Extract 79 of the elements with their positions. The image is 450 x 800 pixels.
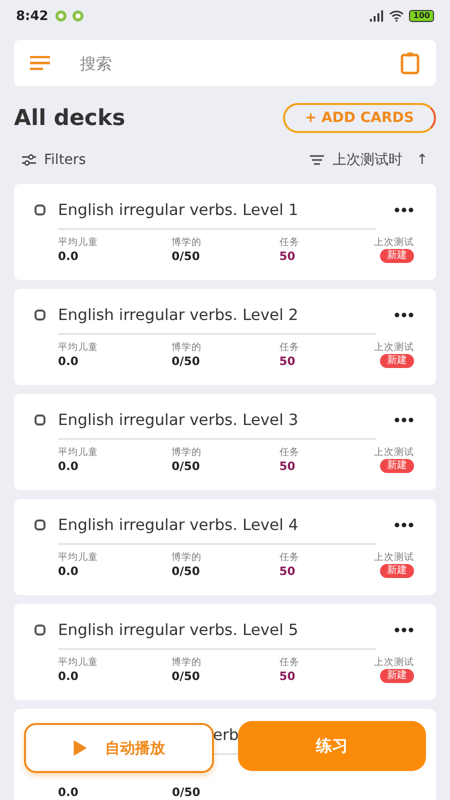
stat-value: 0/50 [172, 249, 201, 263]
deck-title: English irregular verbs. Level 3 [58, 411, 298, 429]
status-badge: 新建 [380, 669, 414, 683]
deck-title: erb [213, 726, 239, 744]
stat-value: 0.0 [58, 785, 80, 799]
stat-value: 0/50 [172, 459, 201, 473]
more-icon[interactable] [394, 207, 414, 213]
stat-label: 平均儿童 [58, 446, 99, 459]
stat-label: 上次测试 [374, 551, 414, 564]
stat-value: 0.0 [58, 459, 80, 473]
deck-title: English irregular verbs. Level 1 [58, 201, 298, 219]
checkbox-icon[interactable] [34, 414, 46, 426]
stat-label: 任务 [279, 551, 300, 564]
stat-value: 0.0 [58, 249, 80, 263]
stat-value: 0/50 [172, 785, 202, 799]
more-icon[interactable] [394, 627, 414, 633]
stat-label: 任务 [279, 656, 300, 669]
sort-direction[interactable]: ↑ [416, 152, 428, 168]
stat-label: 平均儿童 [58, 551, 99, 564]
checkbox-icon[interactable] [34, 624, 46, 636]
stat-value: 0.0 [58, 354, 80, 368]
stat-label: 上次测试 [374, 656, 414, 669]
sort-option[interactable]: 上次测试时 [332, 151, 402, 169]
more-icon[interactable] [394, 312, 414, 318]
stat-label: 博学的 [172, 551, 203, 564]
stat-value: 0.0 [58, 669, 80, 683]
status-time: 8:42 [16, 8, 48, 24]
stat-label: 上次测试 [374, 446, 414, 459]
deck-card[interactable]: English irregular verbs. Level 2 平均儿童 0.0 博学的 0/50 任务 50 上次测试 新建 [14, 289, 436, 385]
stat-value: 50 [279, 459, 296, 473]
stat-value: 0/50 [172, 354, 201, 368]
status-badge: 新建 [380, 459, 414, 473]
notification-icon [55, 10, 68, 22]
search-field[interactable]: 搜索 [78, 52, 400, 74]
checkbox-icon[interactable] [34, 204, 46, 216]
more-icon[interactable] [394, 522, 414, 528]
stat-value: 50 [279, 669, 296, 683]
stat-label: 任务 [279, 341, 300, 354]
stat-label: 博学的 [172, 341, 203, 354]
stat-value: 50 [279, 564, 296, 578]
stat-label: 上次测试 [374, 341, 414, 354]
page-title: All decks [14, 106, 126, 130]
filter-icon[interactable] [22, 154, 36, 166]
stat-label: 博学的 [172, 236, 203, 249]
wifi-icon [389, 10, 404, 22]
deck-title: English irregular verbs. Level 5 [58, 621, 298, 639]
stat-label: 博学的 [172, 446, 203, 459]
clipboard-icon[interactable] [400, 51, 420, 75]
deck-title: English irregular verbs. Level 4 [58, 516, 298, 534]
deck-card[interactable]: English irregular verbs. Level 1 平均儿童 0.0 博学的 0/50 任务 50 上次测试 新建 [14, 184, 436, 280]
stat-value: 50 [279, 249, 296, 263]
deck-card[interactable]: English irregular verbs. Level 4 平均儿童 0.0 博学的 0/50 任务 50 上次测试 新建 [14, 499, 436, 595]
stat-value: 0/50 [172, 669, 201, 683]
stat-value: 50 [279, 354, 296, 368]
status-badge: 新建 [380, 564, 414, 578]
more-icon[interactable] [394, 417, 414, 423]
checkbox-icon[interactable] [34, 309, 46, 321]
stat-label: 平均儿童 [58, 236, 99, 249]
stat-value: 0.0 [58, 564, 80, 578]
stat-value: 0/50 [172, 564, 201, 578]
stat-label: 任务 [279, 236, 300, 249]
checkbox-icon[interactable] [34, 519, 46, 531]
search-bar[interactable]: 搜索 [14, 40, 436, 86]
status-badge: 新建 [380, 354, 414, 368]
play-icon [73, 740, 87, 756]
signal-icon [369, 10, 384, 22]
stat-label: 博学的 [172, 656, 203, 669]
sort-icon[interactable] [310, 154, 324, 166]
deck-card[interactable]: English irregular verbs. Level 3 平均儿童 0.0 博学的 0/50 任务 50 上次测试 新建 [14, 394, 436, 490]
deck-title: English irregular verbs. Level 2 [58, 306, 298, 324]
notification-icon [72, 10, 84, 22]
filters-link[interactable]: Filters [44, 152, 86, 168]
stat-label: 任务 [279, 446, 300, 459]
stat-label: 上次测试 [374, 236, 414, 249]
stat-label: 平均儿童 [58, 656, 99, 669]
stat-label: 平均儿童 [58, 341, 99, 354]
deck-card[interactable]: English irregular verbs. Level 5 平均儿童 0.0 博学的 0/50 任务 50 上次测试 新建 [14, 604, 436, 700]
status-badge: 新建 [380, 249, 414, 263]
battery-indicator: 100 [409, 10, 434, 22]
